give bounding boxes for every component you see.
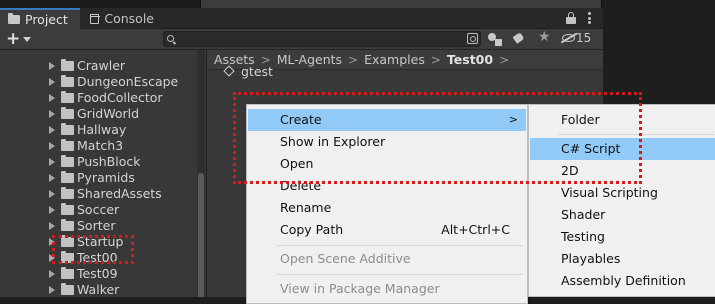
tab-bar: Project Console — [0, 8, 603, 29]
expand-arrow-icon[interactable] — [49, 190, 55, 198]
tree-item-label: SharedAssets — [77, 186, 162, 201]
create-button[interactable]: + — [6, 31, 20, 48]
tree-item-label: Crawler — [77, 58, 126, 73]
breadcrumb-ml-agents[interactable]: ML-Agents — [277, 52, 342, 67]
expand-arrow-icon[interactable] — [49, 158, 55, 166]
tree-item-label: PushBlock — [77, 154, 141, 169]
tab-console-label: Console — [104, 11, 154, 26]
folder-icon — [61, 219, 74, 231]
chevron-right-icon: > — [348, 52, 359, 67]
lock-icon[interactable] — [566, 12, 576, 24]
search-input[interactable] — [178, 32, 458, 46]
hidden-packages-toggle[interactable]: 15 — [562, 31, 591, 45]
star-icon[interactable]: ★ — [538, 30, 551, 45]
folder-icon — [61, 123, 74, 135]
eye-slash-icon — [562, 34, 575, 42]
submenu-item-visual-scripting[interactable]: Visual Scripting — [530, 182, 715, 204]
annotation-highlight-test00 — [52, 235, 134, 264]
submenu-item-playables[interactable]: Playables — [530, 248, 715, 270]
project-toolbar: + ★ 15 — [0, 29, 603, 50]
tab-project-label: Project — [25, 12, 68, 27]
tree-item-label: Soccer — [77, 202, 120, 217]
tree-item-label: Walker — [77, 282, 120, 297]
expand-arrow-icon[interactable] — [49, 222, 55, 230]
menu-item-open-scene-additive: Open Scene Additive — [280, 251, 411, 266]
tree-item-sharedassets[interactable]: SharedAssets — [0, 186, 196, 202]
unity-scene-icon — [224, 66, 235, 77]
menu-item-rename[interactable]: Rename — [248, 197, 526, 219]
tree-item-label: GridWorld — [77, 106, 140, 121]
submenu-item-shader[interactable]: Shader — [530, 204, 715, 226]
expand-arrow-icon[interactable] — [49, 286, 55, 294]
folder-icon — [61, 107, 74, 119]
chevron-right-icon: > — [499, 52, 510, 67]
expand-arrow-icon[interactable] — [49, 62, 55, 70]
folder-icon — [61, 91, 74, 103]
menu-separator — [277, 274, 523, 275]
tree-item-label: Match3 — [77, 138, 124, 153]
folder-icon — [61, 155, 74, 167]
folder-icon — [8, 13, 20, 24]
tree-scroll-thumb[interactable] — [198, 173, 204, 297]
hidden-packages-count: 15 — [576, 31, 592, 45]
tree-item-walker[interactable]: Walker — [0, 282, 196, 297]
tree-item-hallway[interactable]: Hallway — [0, 122, 196, 138]
menu-separator — [277, 245, 523, 246]
search-field[interactable] — [163, 31, 481, 47]
folder-icon — [61, 171, 74, 183]
menu-item-copy-path[interactable]: Copy Path Alt+Ctrl+C — [248, 219, 526, 241]
file-item-gtest[interactable]: gtest — [224, 64, 273, 79]
expand-arrow-icon[interactable] — [49, 94, 55, 102]
folder-icon — [61, 187, 74, 199]
expand-arrow-icon[interactable] — [49, 270, 55, 278]
tab-console[interactable]: Console — [82, 8, 162, 29]
filter-by-label-icon[interactable] — [512, 32, 528, 47]
folder-icon — [61, 267, 74, 279]
expand-arrow-icon[interactable] — [49, 206, 55, 214]
submenu-item-testing[interactable]: Testing — [530, 226, 715, 248]
tree-item-pushblock[interactable]: PushBlock — [0, 154, 196, 170]
tree-item-match3[interactable]: Match3 — [0, 138, 196, 154]
expand-arrow-icon[interactable] — [49, 126, 55, 134]
tree-item-sorter[interactable]: Sorter — [0, 218, 196, 234]
shortcut-label: Alt+Ctrl+C — [441, 222, 510, 237]
caret-down-icon[interactable] — [23, 37, 31, 42]
scene-view-edge — [200, 0, 602, 8]
annotation-highlight-create — [233, 92, 642, 184]
more-options-icon[interactable] — [584, 12, 594, 24]
tree-item-label: FoodCollector — [77, 90, 163, 105]
breadcrumb-current[interactable]: Test00 — [447, 52, 493, 67]
breadcrumb-examples[interactable]: Examples — [364, 52, 425, 67]
expand-arrow-icon[interactable] — [49, 174, 55, 182]
tree-item-soccer[interactable]: Soccer — [0, 202, 196, 218]
console-icon — [90, 13, 101, 24]
folder-icon — [61, 203, 74, 215]
tree-item-label: Hallway — [77, 122, 127, 137]
tab-project[interactable]: Project — [0, 8, 80, 29]
folder-icon — [61, 139, 74, 151]
tree-item-foodcollector[interactable]: FoodCollector — [0, 90, 196, 106]
folder-icon — [61, 59, 74, 71]
expand-arrow-icon[interactable] — [49, 78, 55, 86]
chevron-right-icon: > — [430, 52, 441, 67]
filter-by-type-icon[interactable] — [488, 32, 504, 47]
search-icon — [167, 35, 174, 42]
folder-icon — [61, 75, 74, 87]
tree-item-test09[interactable]: Test09 — [0, 266, 196, 282]
tree-item-label: Pyramids — [77, 170, 135, 185]
tree-item-dungeonescape[interactable]: DungeonEscape — [0, 74, 196, 90]
tree-item-label: Sorter — [77, 218, 116, 233]
tree-item-label: DungeonEscape — [77, 74, 179, 89]
expand-arrow-icon[interactable] — [49, 110, 55, 118]
tree-item-crawler[interactable]: Crawler — [0, 58, 196, 74]
tree-item-gridworld[interactable]: GridWorld — [0, 106, 196, 122]
submenu-item-assembly-definition[interactable]: Assembly Definition — [530, 270, 715, 292]
search-by-type-icon[interactable] — [467, 33, 478, 44]
file-item-label: gtest — [241, 64, 273, 79]
tree-item-label: Test09 — [77, 266, 118, 281]
expand-arrow-icon[interactable] — [49, 142, 55, 150]
tree-item-pyramids[interactable]: Pyramids — [0, 170, 196, 186]
folder-icon — [61, 283, 74, 295]
